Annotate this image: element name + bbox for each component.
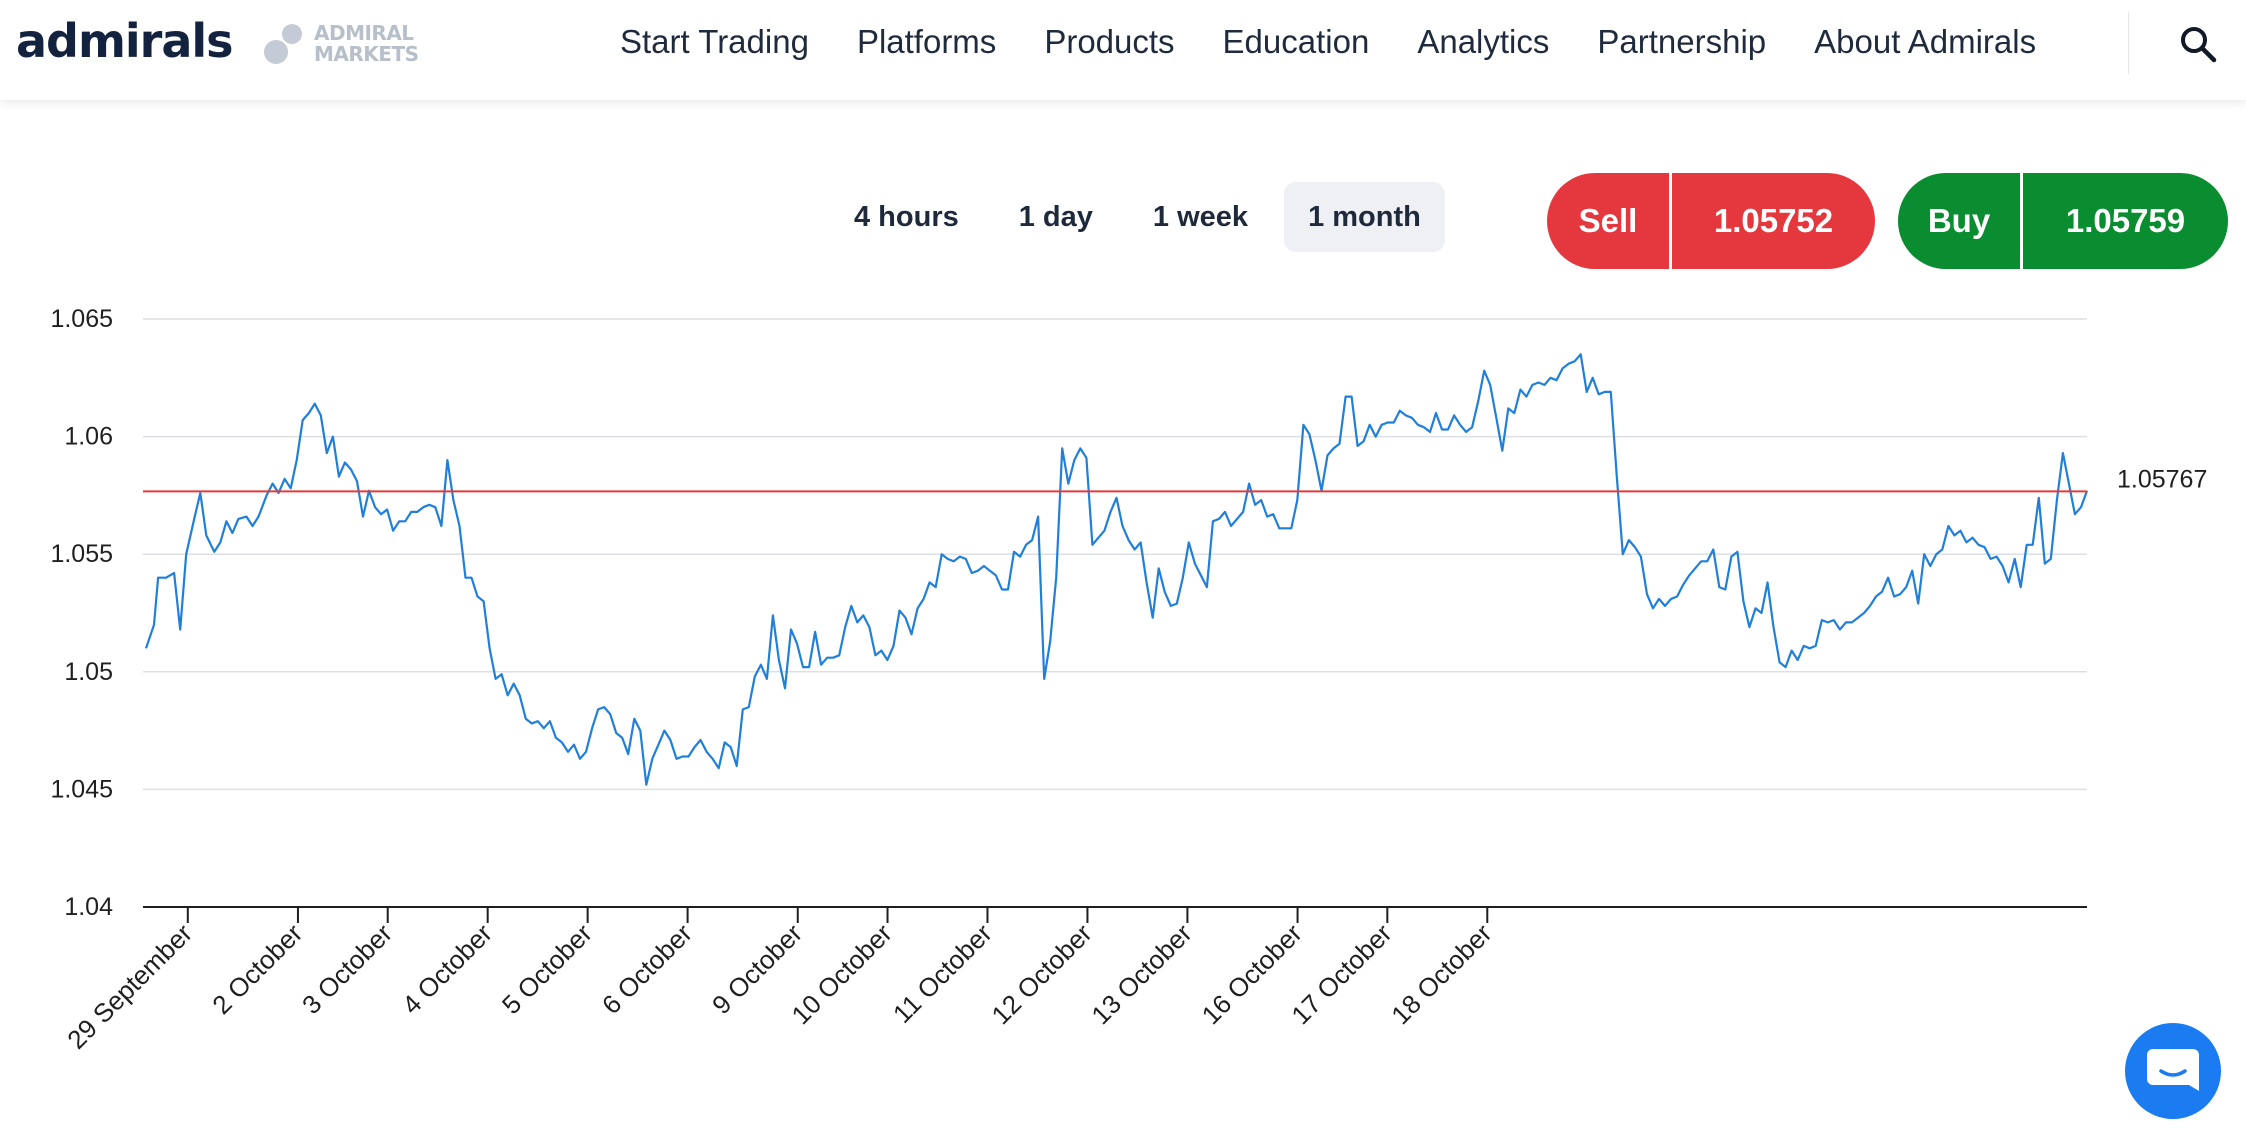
- x-tick-label: 2 October: [206, 918, 308, 1020]
- x-tick-label: 13 October: [1085, 918, 1197, 1030]
- x-axis: 29 September 2 October3 October4 October5…: [61, 906, 2087, 1055]
- sell-button[interactable]: Sell 1.05752: [1547, 173, 1875, 269]
- price-chart: 1.04 1.045 1.05 1.055 1.06 1.065 29 September…: [50, 305, 2207, 1055]
- price-series: [144, 353, 2089, 786]
- chat-button[interactable]: [2125, 1023, 2221, 1119]
- sell-label: Sell: [1578, 202, 1638, 239]
- buy-button[interactable]: Buy 1.05759: [1898, 173, 2228, 269]
- y-tick-label: 1.04: [64, 893, 113, 921]
- x-tick-label: 18 October: [1385, 918, 1497, 1030]
- y-tick-label: 1.045: [50, 775, 113, 803]
- x-tick-label: 11 October: [887, 918, 998, 1029]
- buy-label: Buy: [1927, 202, 1991, 239]
- sell-price: 1.05752: [1713, 202, 1834, 239]
- main-nav: Start Trading Platforms Products Educati…: [620, 20, 2084, 64]
- admiral-markets-logo[interactable]: ADMIRAL MARKETS: [264, 22, 419, 66]
- current-price-label: 1.05767: [2117, 465, 2207, 493]
- timeframe-tabs: 4 hours 1 day 1 week 1 month: [830, 182, 1457, 252]
- header-divider: [2128, 12, 2129, 74]
- x-tick-label: 5 October: [496, 918, 598, 1020]
- tab-1-week[interactable]: 1 week: [1129, 182, 1272, 252]
- tab-1-day[interactable]: 1 day: [995, 182, 1117, 252]
- admirals-logo[interactable]: admirals: [16, 14, 234, 68]
- x-tick-label: 4 October: [396, 918, 498, 1020]
- y-tick-label: 1.065: [50, 305, 113, 333]
- price-line: [144, 353, 2089, 786]
- nav-partnership[interactable]: Partnership: [1597, 20, 1766, 64]
- chat-icon: [2147, 1049, 2199, 1091]
- sub-logo-line1: ADMIRAL: [314, 21, 414, 45]
- y-tick-label: 1.06: [64, 423, 113, 451]
- nav-about-admirals[interactable]: About Admirals: [1814, 20, 2036, 64]
- x-tick-label: 12 October: [986, 918, 1098, 1030]
- x-tick-label: 6 October: [596, 918, 698, 1020]
- nav-products[interactable]: Products: [1044, 20, 1174, 64]
- y-tick-label: 1.055: [50, 540, 113, 568]
- admiral-markets-logo-mark: [264, 22, 308, 66]
- nav-analytics[interactable]: Analytics: [1417, 20, 1549, 64]
- nav-start-trading[interactable]: Start Trading: [620, 20, 809, 64]
- site-header: admirals ADMIRAL MARKETS Start Trading P…: [0, 0, 2246, 100]
- x-tick-label: 3 October: [296, 918, 398, 1020]
- chart-grid: [143, 318, 2087, 791]
- y-axis-ticks: 1.04 1.045 1.05 1.055 1.06 1.065: [50, 305, 113, 921]
- nav-education[interactable]: Education: [1223, 20, 1370, 64]
- tab-4-hours[interactable]: 4 hours: [830, 182, 983, 252]
- tab-1-month[interactable]: 1 month: [1284, 182, 1445, 252]
- y-tick-label: 1.05: [64, 658, 113, 686]
- buy-price: 1.05759: [2065, 202, 2186, 239]
- nav-platforms[interactable]: Platforms: [857, 20, 996, 64]
- sub-logo-line2: MARKETS: [314, 42, 419, 66]
- x-tick-label: 29 September: [61, 918, 198, 1055]
- search-button[interactable]: [2178, 24, 2218, 64]
- search-icon: [2181, 27, 2217, 63]
